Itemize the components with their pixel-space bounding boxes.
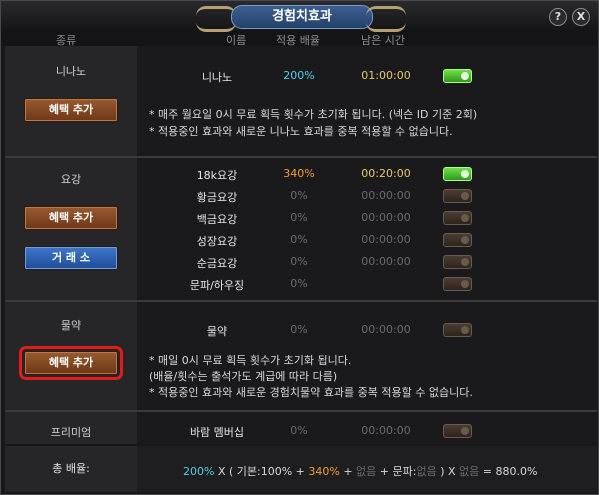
section-nanano-right bbox=[137, 46, 597, 156]
nanano-add-benefit-button[interactable]: 혜택 추가 bbox=[24, 98, 118, 122]
premium-toggle[interactable] bbox=[443, 424, 472, 438]
total-part: + bbox=[339, 465, 357, 478]
total-part: = 880.0% bbox=[479, 465, 538, 478]
section-label-premium: 프리미엄 bbox=[50, 426, 92, 439]
yogang-toggle[interactable] bbox=[443, 255, 472, 269]
potion-note-3: * 적용중인 효과와 새로운 경험치물약 효과를 중복 적용할 수 없습니다. bbox=[149, 386, 473, 399]
window-title: 경험치효과 bbox=[231, 5, 373, 29]
section-label-yogang: 요강 bbox=[60, 173, 82, 186]
section-label-nanano: 니나노 bbox=[55, 65, 87, 78]
yogang-toggle[interactable] bbox=[443, 189, 472, 203]
yogang-item-rate: 0% bbox=[290, 255, 308, 268]
premium-item-time: 00:00:00 bbox=[361, 424, 411, 437]
total-formula: 200% X ( 기본:100% + 340% + 없음 + 문파:없음 ) X… bbox=[183, 463, 537, 479]
yogang-item-time: 00:00:00 bbox=[361, 233, 411, 246]
close-icon[interactable]: X bbox=[572, 8, 590, 26]
potion-item-time: 00:00:00 bbox=[361, 323, 411, 336]
yogang-item-rate: 0% bbox=[290, 189, 308, 202]
yogang-toggle[interactable] bbox=[443, 277, 472, 291]
yogang-item-time: 00:00:00 bbox=[361, 211, 411, 224]
section-label-potion: 물약 bbox=[60, 319, 82, 332]
premium-item-rate: 0% bbox=[290, 424, 308, 437]
yogang-item-name: 18k요강 bbox=[196, 169, 238, 182]
title-ornament-right bbox=[366, 6, 406, 32]
total-part: + 문파: bbox=[376, 465, 417, 478]
yogang-add-benefit-button[interactable]: 혜택 추가 bbox=[24, 206, 118, 230]
total-part: 없음 bbox=[459, 465, 480, 478]
nanano-item-rate: 200% bbox=[283, 69, 315, 82]
nanano-note-2: * 적용중인 효과와 새로운 니나노 효과를 중복 적용할 수 없습니다. bbox=[149, 125, 453, 138]
yogang-item-rate: 0% bbox=[290, 277, 308, 290]
yogang-item-name: 성장요강 bbox=[196, 235, 238, 248]
total-part: ) X bbox=[436, 465, 460, 478]
experience-effect-window: 경험치효과 ? X 종류 이름 적용 배율 남은 시간 니나노 혜택 추가 니나… bbox=[0, 0, 599, 495]
potion-note-2: (배율/횟수는 출석가도 계급에 따라 다름) bbox=[149, 370, 338, 383]
total-part: 없음 bbox=[416, 465, 437, 478]
yogang-item-rate: 340% bbox=[283, 167, 315, 180]
yogang-item-name: 황금요강 bbox=[196, 191, 238, 204]
help-icon[interactable]: ? bbox=[549, 8, 567, 26]
nanano-item-time: 01:00:00 bbox=[361, 69, 411, 82]
yogang-toggle[interactable] bbox=[443, 233, 472, 247]
potion-item-rate: 0% bbox=[290, 323, 308, 336]
total-part: 200% bbox=[183, 465, 215, 478]
yogang-item-name: 순금요강 bbox=[196, 257, 238, 270]
title-bar[interactable]: 경험치효과 ? X bbox=[1, 1, 598, 32]
nanano-item-name: 니나노 bbox=[201, 71, 233, 84]
title-ornament-left bbox=[196, 6, 236, 32]
total-part: X ( 기본:100% + bbox=[214, 465, 309, 478]
yogang-item-time: 00:00:00 bbox=[361, 189, 411, 202]
exchange-button[interactable]: 거 래 소 bbox=[24, 246, 118, 270]
yogang-item-name: 백금요강 bbox=[196, 213, 238, 226]
yogang-item-name: 문파/하우징 bbox=[189, 279, 245, 292]
total-label: 총 배율: bbox=[5, 446, 137, 492]
premium-item-name: 바람 멤버십 bbox=[189, 426, 245, 439]
potion-add-benefit-button[interactable]: 혜택 추가 bbox=[19, 346, 123, 380]
total-part: 없음 bbox=[356, 465, 377, 478]
column-headers: 종류 이름 적용 배율 남은 시간 bbox=[1, 32, 598, 47]
yogang-item-rate: 0% bbox=[290, 211, 308, 224]
yogang-item-time: 00:20:00 bbox=[361, 167, 411, 180]
yogang-item-time: 00:00:00 bbox=[361, 255, 411, 268]
nanano-note-1: * 매주 월요일 0시 무료 획득 횟수가 초기화 됩니다. (넥슨 ID 기준… bbox=[149, 108, 478, 121]
potion-item-name: 물약 bbox=[206, 325, 228, 338]
total-part: 340% bbox=[308, 465, 340, 478]
yogang-toggle[interactable] bbox=[443, 167, 472, 181]
nanano-toggle[interactable] bbox=[443, 69, 472, 83]
potion-note-1: * 매일 0시 무료 획득 횟수가 초기화 됩니다. bbox=[149, 354, 352, 367]
potion-toggle[interactable] bbox=[443, 323, 472, 337]
yogang-item-rate: 0% bbox=[290, 233, 308, 246]
yogang-toggle[interactable] bbox=[443, 211, 472, 225]
